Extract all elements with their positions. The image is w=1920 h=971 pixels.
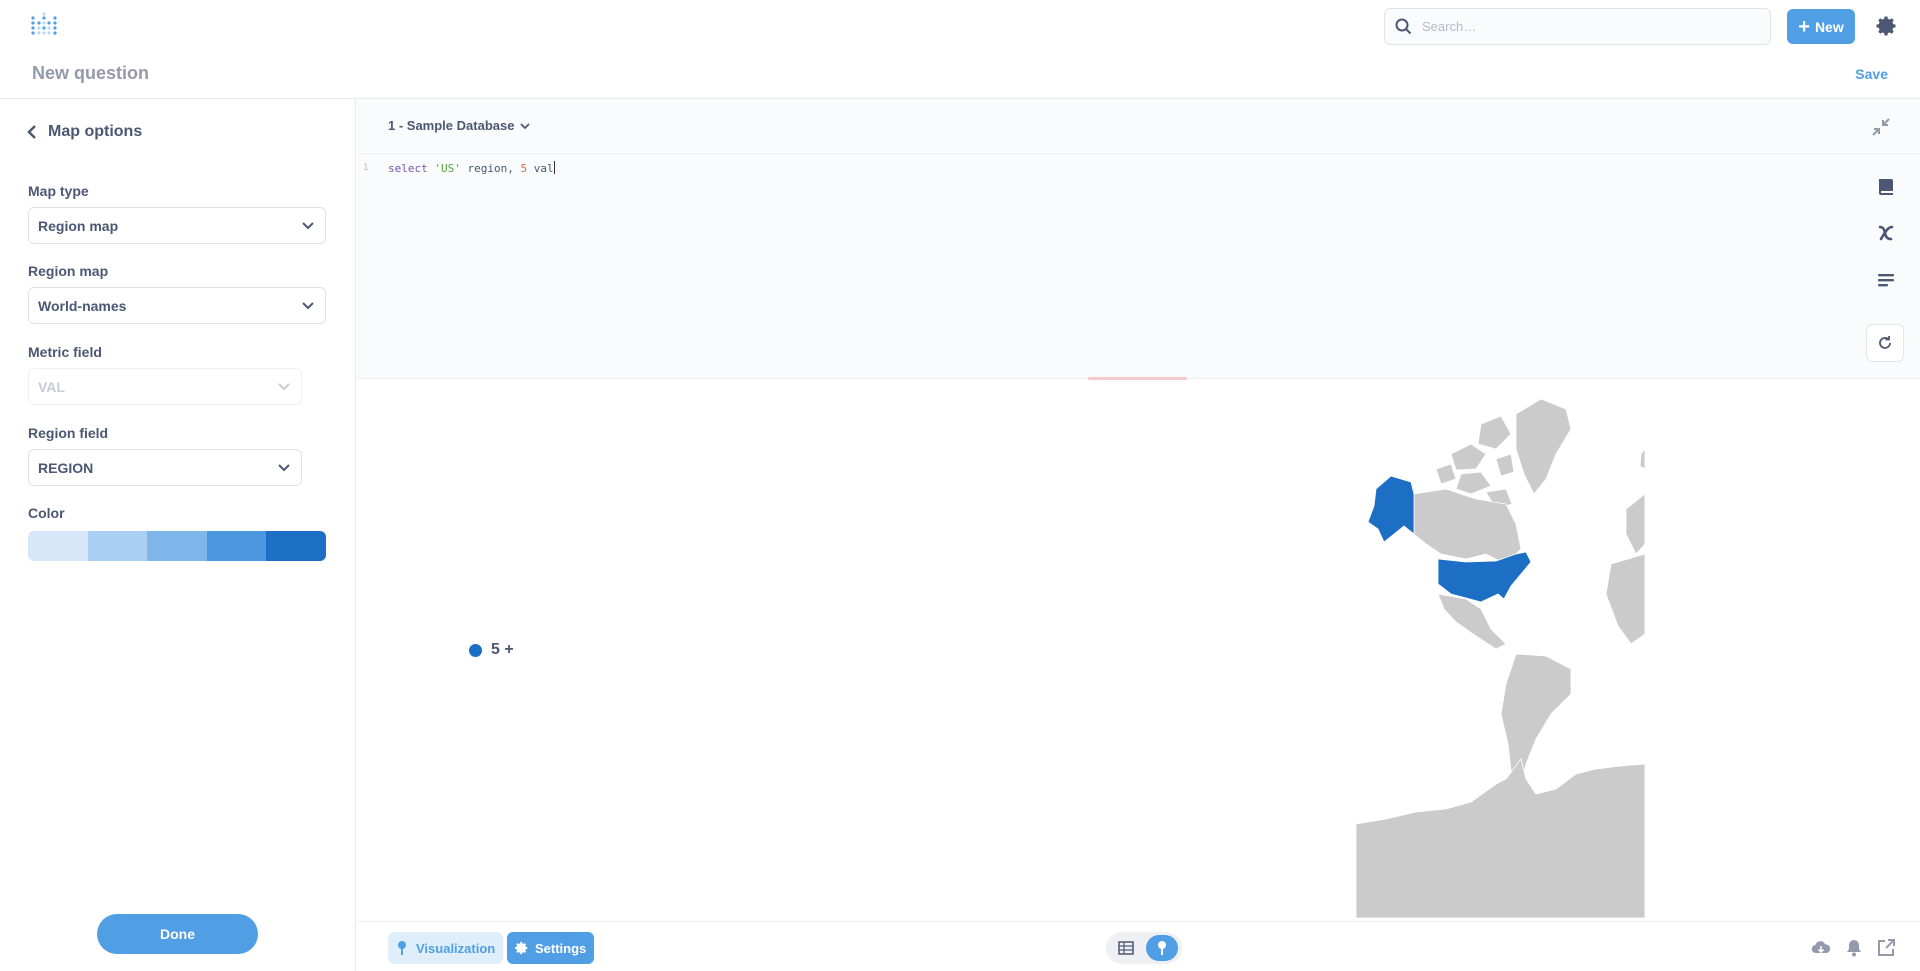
color-swatch-1 [28, 531, 88, 561]
region-map-value: World-names [38, 297, 127, 314]
plus-icon: + [1798, 15, 1810, 38]
native-query-editor: 1 - Sample Database 1 select 'US' region… [357, 99, 1920, 379]
legend-label: 5 + [491, 641, 514, 658]
save-button[interactable]: Save [1855, 66, 1888, 82]
map-view-toggle[interactable] [1146, 935, 1178, 961]
bell-icon[interactable] [1844, 938, 1864, 958]
sql-keyword: select [388, 162, 428, 175]
chevron-down-icon [278, 464, 290, 472]
color-swatch-3 [147, 531, 207, 561]
color-swatch-4 [206, 531, 267, 561]
region-alaska [1367, 475, 1415, 543]
visualization-label: Visualization [416, 940, 496, 956]
color-label: Color [28, 505, 65, 521]
query-footer: Visualization Settings [357, 921, 1920, 971]
sql-string: 'US' [434, 162, 461, 175]
metric-field-select: VAL [28, 368, 302, 405]
table-icon [1118, 941, 1134, 955]
top-navbar: Search… + New [0, 0, 1920, 50]
color-swatch-2 [87, 531, 148, 561]
database-bar: 1 - Sample Database [357, 99, 1920, 154]
color-scale-picker[interactable] [28, 531, 326, 561]
visualization-area: 5 + [357, 380, 1920, 921]
database-name: 1 - Sample Database [388, 118, 515, 133]
pin-map-icon [1158, 941, 1166, 955]
sidebar-back-title[interactable]: Map options [26, 123, 142, 141]
map-type-label: Map type [28, 183, 89, 199]
sql-number: 5 [520, 162, 528, 175]
gear-icon [515, 941, 528, 955]
done-button[interactable]: Done [97, 914, 258, 954]
region-field-select[interactable]: REGION [28, 449, 302, 486]
color-swatch-5 [266, 531, 326, 561]
line-number: 1 [363, 163, 369, 173]
chevron-down-icon [302, 222, 314, 230]
world-regions [1356, 398, 1645, 918]
chevron-down-icon [278, 383, 290, 391]
code-editor[interactable]: 1 select 'US' region, 5 val [357, 161, 555, 175]
map-type-select[interactable]: Region map [28, 207, 326, 244]
chevron-left-icon [27, 125, 36, 139]
settings-button[interactable]: Settings [507, 932, 595, 964]
legend-dot [469, 643, 482, 657]
text-cursor [553, 161, 555, 174]
refresh-icon [1879, 336, 1891, 349]
chevron-down-icon [520, 122, 531, 129]
gear-icon[interactable] [1875, 15, 1897, 37]
region-field-label: Region field [28, 425, 109, 441]
visualization-button[interactable]: Visualization [388, 932, 504, 964]
snippet-icon[interactable] [1875, 269, 1897, 291]
search-input[interactable]: Search… [1384, 8, 1771, 45]
region-field-value: REGION [38, 459, 94, 476]
region-map[interactable] [1356, 394, 1645, 918]
view-toggle [1106, 932, 1182, 964]
chevron-down-icon [302, 302, 314, 310]
sql-identifier: val [533, 162, 554, 175]
table-view-toggle[interactable] [1110, 935, 1142, 961]
download-icon[interactable] [1811, 938, 1831, 958]
external-link-icon[interactable] [1876, 938, 1896, 958]
collapse-icon[interactable] [1872, 118, 1890, 136]
settings-label: Settings [535, 940, 587, 956]
pin-map-icon [398, 941, 406, 955]
question-header: New question Save [0, 50, 1920, 99]
map-legend: 5 + [469, 641, 514, 659]
region-usa [1437, 551, 1532, 603]
metabase-logo-icon[interactable] [30, 12, 58, 40]
refresh-button[interactable] [1866, 324, 1904, 362]
search-placeholder: Search… [1422, 19, 1477, 34]
sidebar-title: Map options [48, 123, 143, 140]
new-button-label: New [1814, 18, 1844, 35]
search-icon [1395, 18, 1412, 35]
metric-field-label: Metric field [28, 344, 102, 360]
variable-x-icon[interactable] [1875, 222, 1897, 244]
database-picker[interactable]: 1 - Sample Database [388, 118, 531, 133]
region-map-label: Region map [28, 263, 109, 279]
metric-field-value: VAL [38, 378, 65, 395]
reference-book-icon[interactable] [1875, 176, 1897, 198]
sql-identifier: region, [467, 162, 514, 175]
map-type-value: Region map [38, 217, 119, 234]
question-title[interactable]: New question [32, 63, 149, 84]
new-button[interactable]: + New [1787, 9, 1855, 44]
region-map-select[interactable]: World-names [28, 287, 326, 324]
map-options-sidebar: Map options Map type Region map Region m… [0, 99, 356, 971]
